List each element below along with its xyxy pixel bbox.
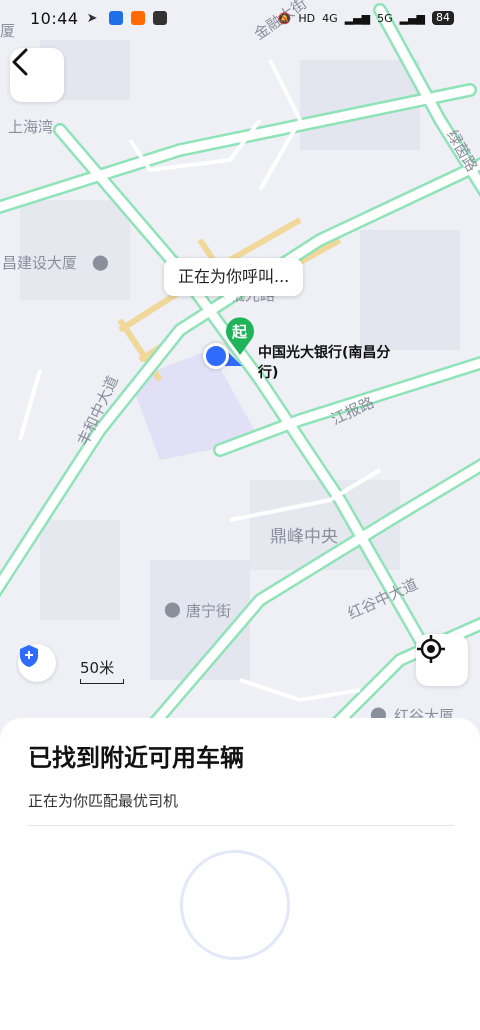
status-left: 10:44 ➤ <box>30 9 167 28</box>
network-5g: 5G <box>377 11 393 25</box>
map-label-hai-wan: 上海湾 <box>8 118 54 136</box>
start-location-label: 中国光大银行(南昌分行) <box>258 345 391 381</box>
map-poi-icon-tang-ning: ⬤ <box>164 600 181 618</box>
map-poi-icon-jian-she: ⬤ <box>92 253 109 271</box>
shield-icon <box>20 645 38 667</box>
bottom-sheet: 已找到附近可用车辆 正在为你匹配最优司机 <box>0 718 480 1030</box>
scale-label: 50米 <box>80 659 115 677</box>
start-marker-label: 起 <box>232 323 248 341</box>
signal-icon: ▂▄▆ <box>344 11 371 25</box>
map-view[interactable]: 上海湾 厦 金融大街 绿茵路 昌建设大厦 ⬤ 祗光路 丰和中大道 江报路 鼎峰中… <box>0 0 480 740</box>
calling-bubble: 正在为你呼叫... <box>164 258 304 303</box>
scale-bar <box>80 679 124 684</box>
status-time: 10:44 <box>30 8 79 28</box>
divider <box>28 825 454 826</box>
sheet-subtitle: 正在为你匹配最优司机 <box>28 792 179 810</box>
start-marker[interactable]: 起 <box>224 316 256 356</box>
network-4g: 4G <box>322 11 338 25</box>
status-right: 🔕 HD 4G ▂▄▆ 5G ▂▄▆ 84 <box>278 11 454 25</box>
signal-icon-2: ▂▄▆ <box>399 11 425 25</box>
back-button[interactable] <box>10 48 64 102</box>
map-label-tang-ning: 唐宁街 <box>186 602 232 620</box>
mute-icon: 🔕 <box>277 11 292 25</box>
status-bar: 10:44 ➤ 🔕 HD 4G ▂▄▆ 5G ▂▄▆ 84 <box>0 0 480 36</box>
safety-button[interactable] <box>18 644 56 682</box>
map-roads <box>0 3 480 740</box>
map-scale: 50米 <box>80 657 124 684</box>
network-hd: HD <box>298 11 316 25</box>
app-icon-blue <box>108 11 123 25</box>
current-location-dot <box>203 343 229 369</box>
locate-button[interactable] <box>416 634 468 686</box>
map-label-jian-she: 昌建设大厦 <box>2 254 78 272</box>
back-arrow-icon <box>12 48 28 76</box>
locate-icon <box>417 635 445 663</box>
map-label-ding-feng: 鼎峰中央 <box>270 527 338 547</box>
taobao-icon <box>130 11 145 25</box>
battery-indicator: 84 <box>432 11 454 25</box>
app-icon-dark <box>152 11 167 25</box>
matching-spinner <box>180 850 290 960</box>
telegram-icon: ➤ <box>86 11 98 26</box>
sheet-title: 已找到附近可用车辆 <box>28 744 244 772</box>
